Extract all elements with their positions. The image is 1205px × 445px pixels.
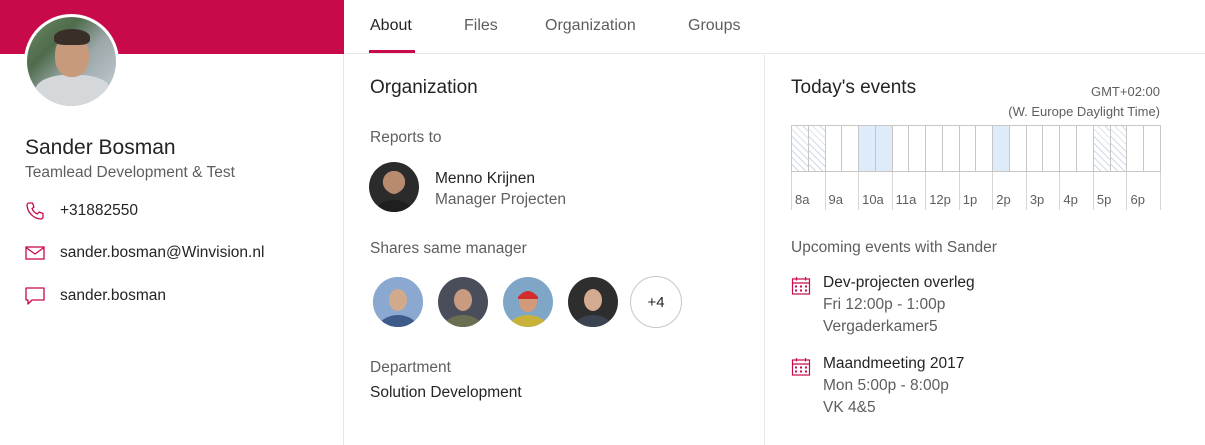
more-colleagues-button[interactable]: +4 <box>630 276 682 328</box>
tab-about[interactable]: About <box>370 17 412 35</box>
department-label: Department <box>370 359 451 376</box>
chat-handle: sander.bosman <box>60 287 166 304</box>
contact-chat[interactable]: sander.bosman <box>24 285 166 307</box>
tab-groups[interactable]: Groups <box>688 17 740 35</box>
organization-heading: Organization <box>370 77 478 98</box>
timeline-slot <box>1027 126 1044 171</box>
manager-avatar[interactable] <box>369 162 419 212</box>
manager-role: Manager Projecten <box>435 191 566 208</box>
timeline-slot <box>875 126 893 171</box>
shares-manager-label: Shares same manager <box>370 240 527 257</box>
timeline-slot <box>842 126 860 171</box>
timeline-slot <box>1127 126 1145 171</box>
profile-photo <box>27 17 116 106</box>
event-location: VK 4&5 <box>823 399 876 416</box>
contact-phone[interactable]: +31882550 <box>24 200 138 222</box>
chat-icon <box>24 285 46 307</box>
timeline-hour-label: 10a <box>858 172 892 210</box>
colleague-avatar[interactable] <box>438 277 488 327</box>
timeline-hour-label: 5p <box>1092 172 1127 210</box>
colleague-avatar[interactable] <box>568 277 618 327</box>
timeline-hour-label: 4p <box>1059 172 1093 210</box>
timeline-slot <box>1077 126 1094 171</box>
timeline-slot <box>926 126 943 171</box>
timeline-slot <box>909 126 927 171</box>
timeline-slot <box>859 126 876 171</box>
timeline-hour-label: 9a <box>824 172 859 210</box>
timezone-offset: GMT+02:00 <box>1090 84 1160 99</box>
timeline-slot <box>1010 126 1027 171</box>
timeline-slot <box>993 126 1010 171</box>
events-section: Today's events GMT+02:00 (W. Europe Dayl… <box>766 55 1205 445</box>
calendar-icon <box>791 357 811 377</box>
timeline-hour-label: 11a <box>891 172 926 210</box>
profile-job-title: Teamlead Development & Test <box>25 164 235 181</box>
manager-name[interactable]: Menno Krijnen <box>435 170 535 188</box>
timeline-slot <box>808 126 826 171</box>
timeline-hour-label: 1p <box>958 172 993 210</box>
timeline-slot <box>1043 126 1061 171</box>
timeline-hour-label: 2p <box>992 172 1026 210</box>
timeline-slot <box>1144 126 1160 171</box>
timeline-slot <box>826 126 843 171</box>
timeline-slot <box>1110 126 1128 171</box>
tab-files[interactable]: Files <box>464 17 498 35</box>
department-value: Solution Development <box>370 384 522 401</box>
event-location: Vergaderkamer5 <box>823 318 938 335</box>
timeline-hour-label: 8a <box>791 172 825 210</box>
event-time: Fri 12:00p - 1:00p <box>823 296 946 313</box>
contact-email[interactable]: sander.bosman@Winvision.nl <box>24 242 264 264</box>
day-timeline: 8a 9a 10a 11a 12p 1p 2p 3p 4p 5p 6p <box>791 125 1162 211</box>
timeline-slot <box>1060 126 1078 171</box>
mail-icon <box>24 242 46 264</box>
active-tab-indicator <box>369 50 415 53</box>
profile-panel: Sander Bosman Teamlead Development & Tes… <box>0 0 344 445</box>
reports-to-label: Reports to <box>370 129 442 146</box>
timeline-hours: 8a 9a 10a 11a 12p 1p 2p 3p 4p 5p 6p <box>791 172 1162 210</box>
events-heading: Today's events <box>791 77 917 98</box>
tab-organization[interactable]: Organization <box>545 17 636 35</box>
profile-name: Sander Bosman <box>25 136 176 159</box>
event-time: Mon 5:00p - 8:00p <box>823 377 949 394</box>
calendar-icon <box>791 276 811 296</box>
timeline-slot <box>960 126 977 171</box>
colleague-avatar[interactable] <box>373 277 423 327</box>
timeline-slot <box>976 126 994 171</box>
email-address: sander.bosman@Winvision.nl <box>60 244 265 261</box>
timeline-hour-label: 12p <box>925 172 959 210</box>
timezone-name: (W. Europe Daylight Time) <box>1008 104 1160 119</box>
phone-number: +31882550 <box>60 202 139 219</box>
timeline-hour-label: 3p <box>1025 172 1060 210</box>
organization-section: Organization Reports to Menno Krijnen Ma… <box>345 55 765 445</box>
timeline-slot <box>943 126 960 171</box>
event-title: Maandmeeting 2017 <box>823 355 965 372</box>
timeline-slot <box>893 126 910 171</box>
colleague-avatar[interactable] <box>503 277 553 327</box>
event-title: Dev-projecten overleg <box>823 274 975 291</box>
profile-tabs: About Files Organization Groups <box>345 0 1205 54</box>
timeline-slot <box>792 126 809 171</box>
phone-icon <box>24 200 46 222</box>
timeline-slots <box>791 125 1161 172</box>
timeline-hour-label: 6p <box>1126 172 1162 210</box>
profile-avatar <box>24 14 119 109</box>
timeline-slot <box>1093 126 1111 171</box>
upcoming-events-label: Upcoming events with Sander <box>791 239 997 256</box>
